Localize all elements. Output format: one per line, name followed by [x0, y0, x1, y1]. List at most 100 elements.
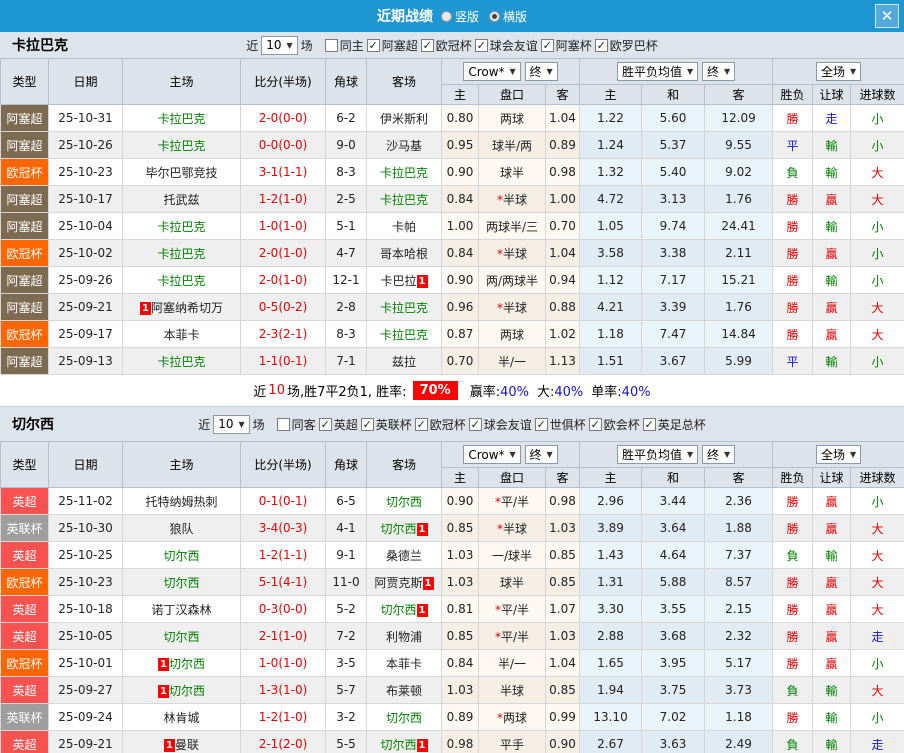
score-halftime: 2-1(2-0) — [241, 731, 326, 753]
home-team-cell: 本菲卡 — [123, 321, 241, 348]
checkbox-label: 英足总杯 — [658, 416, 706, 433]
checkbox-icon[interactable]: ✓ — [319, 418, 332, 431]
full-match-select[interactable]: 全场▼ — [816, 62, 861, 81]
handicap-result: 走 — [813, 105, 851, 132]
full-match-select[interactable]: 全场▼ — [816, 445, 861, 464]
europe-odds-select[interactable]: 胜平负均值▼ — [617, 445, 698, 464]
match-date: 25-09-21 — [49, 294, 123, 321]
score-halftime: 0-0(0-0) — [241, 132, 326, 159]
checkbox-icon[interactable]: ✓ — [415, 418, 428, 431]
sub-column-header: 主 — [580, 85, 642, 105]
handicap-away-odds: 0.85 — [546, 569, 580, 596]
league-filter-checkbox[interactable]: ✓欧会杯 — [589, 416, 640, 433]
radio-circle-checked-icon[interactable] — [489, 11, 500, 22]
checkbox-icon[interactable] — [277, 418, 290, 431]
checkbox-icon[interactable] — [325, 39, 338, 52]
checkbox-icon[interactable]: ✓ — [421, 39, 434, 52]
games-count-select[interactable]: 10▼ — [213, 415, 249, 434]
handicap-away-odds: 0.85 — [546, 542, 580, 569]
league-filter-checkbox[interactable]: ✓球会友谊 — [469, 416, 532, 433]
close-icon[interactable]: ✕ — [875, 4, 899, 28]
home-team-name: 切尔西 — [163, 630, 199, 644]
bookmaker-select[interactable]: Crow*▼ — [463, 62, 520, 81]
checkbox-icon[interactable]: ✓ — [535, 418, 548, 431]
league-filter-checkbox[interactable]: ✓球会友谊 — [475, 37, 538, 54]
checkbox-icon[interactable]: ✓ — [361, 418, 374, 431]
match-row: 阿塞超25-09-13卡拉巴克1-1(0-1)7-1兹拉0.70半/一1.131… — [1, 348, 904, 375]
handicap-away-odds: 1.04 — [546, 105, 580, 132]
league-badge: 欧冠杯 — [1, 159, 49, 186]
checkbox-icon[interactable]: ✓ — [367, 39, 380, 52]
away-team-name: 切尔西 — [380, 603, 416, 617]
radio-vertical-layout[interactable]: 竖版 — [441, 8, 479, 25]
checkbox-label: 阿塞超 — [382, 37, 418, 54]
same-venue-checkbox[interactable]: 同客 — [277, 416, 316, 433]
sub-column-header: 盘口 — [479, 468, 546, 488]
league-filter-checkbox[interactable]: ✓阿塞超 — [367, 37, 418, 54]
away-team-cell: 卡巴拉1 — [367, 267, 442, 294]
league-filter-checkbox[interactable]: ✓欧罗巴杯 — [595, 37, 658, 54]
checkbox-icon[interactable]: ✓ — [595, 39, 608, 52]
away-team-name: 卡帕 — [392, 220, 416, 234]
games-count-select[interactable]: 10▼ — [261, 36, 297, 55]
handicap-line: 两球 — [479, 321, 546, 348]
bookmaker-select[interactable]: Crow*▼ — [463, 445, 520, 464]
handicap-home-odds: 0.90 — [442, 488, 479, 515]
europe-time-select[interactable]: 终▼ — [702, 445, 735, 464]
column-header: 主场 — [123, 442, 241, 488]
handicap-time-select[interactable]: 终▼ — [525, 445, 558, 464]
handicap-away-odds: 1.02 — [546, 321, 580, 348]
away-team-name: 切尔西 — [386, 495, 422, 509]
home-team-name: 切尔西 — [163, 549, 199, 563]
checkbox-icon[interactable]: ✓ — [643, 418, 656, 431]
red-card-badge: 1 — [417, 604, 428, 617]
corners: 5-1 — [326, 213, 367, 240]
radio-circle-icon[interactable] — [441, 11, 452, 22]
score-halftime: 1-0(1-0) — [241, 213, 326, 240]
away-team-cell: 卡帕 — [367, 213, 442, 240]
radio-horizontal-layout[interactable]: 横版 — [489, 8, 527, 25]
europe-home-odds: 1.51 — [580, 348, 642, 375]
checkbox-label: 英联杯 — [376, 416, 412, 433]
checkbox-icon[interactable]: ✓ — [589, 418, 602, 431]
match-date: 25-10-25 — [49, 542, 123, 569]
score-halftime: 0-1(0-1) — [241, 488, 326, 515]
league-filter-checkbox[interactable]: ✓英足总杯 — [643, 416, 706, 433]
score-halftime: 2-3(2-1) — [241, 321, 326, 348]
league-filter-checkbox[interactable]: ✓英超 — [319, 416, 358, 433]
europe-away-odds: 24.41 — [705, 213, 773, 240]
europe-home-odds: 1.31 — [580, 569, 642, 596]
europe-draw-odds: 4.64 — [642, 542, 705, 569]
league-filter-checkbox[interactable]: ✓世俱杯 — [535, 416, 586, 433]
europe-home-odds: 13.10 — [580, 704, 642, 731]
league-filter-checkbox[interactable]: ✓英联杯 — [361, 416, 412, 433]
corners: 4-7 — [326, 240, 367, 267]
win-draw-loss-result: 勝 — [773, 267, 813, 294]
checkbox-icon[interactable]: ✓ — [469, 418, 482, 431]
sections-container: 卡拉巴克近10▼场同主✓阿塞超✓欧冠杯✓球会友谊✓阿塞杯✓欧罗巴杯类型日期主场比… — [0, 32, 904, 753]
home-team-cell: 卡拉巴克 — [123, 240, 241, 267]
checkbox-label: 球会友谊 — [490, 37, 538, 54]
handicap-away-odds: 1.04 — [546, 650, 580, 677]
home-team-cell: 切尔西 — [123, 569, 241, 596]
league-badge: 阿塞超 — [1, 186, 49, 213]
handicap-home-odds: 0.96 — [442, 294, 479, 321]
league-badge: 欧冠杯 — [1, 650, 49, 677]
score-halftime: 1-2(1-0) — [241, 704, 326, 731]
checkbox-icon[interactable]: ✓ — [475, 39, 488, 52]
chevron-down-icon: ▼ — [850, 67, 856, 76]
away-team-name: 利物浦 — [386, 630, 422, 644]
corners: 5-5 — [326, 731, 367, 753]
section-filter-row: 切尔西近10▼场同客✓英超✓英联杯✓欧冠杯✓球会友谊✓世俱杯✓欧会杯✓英足总杯 — [0, 407, 904, 441]
europe-odds-select[interactable]: 胜平负均值▼ — [617, 62, 698, 81]
handicap-time-select[interactable]: 终▼ — [525, 62, 558, 81]
league-filter-checkbox[interactable]: ✓欧冠杯 — [415, 416, 466, 433]
corners: 2-5 — [326, 186, 367, 213]
away-team-cell: 桑德兰 — [367, 542, 442, 569]
checkbox-icon[interactable]: ✓ — [541, 39, 554, 52]
league-filter-checkbox[interactable]: ✓欧冠杯 — [421, 37, 472, 54]
europe-time-select[interactable]: 终▼ — [702, 62, 735, 81]
same-venue-checkbox[interactable]: 同主 — [325, 37, 364, 54]
league-filter-checkbox[interactable]: ✓阿塞杯 — [541, 37, 592, 54]
away-team-cell: 切尔西 — [367, 488, 442, 515]
